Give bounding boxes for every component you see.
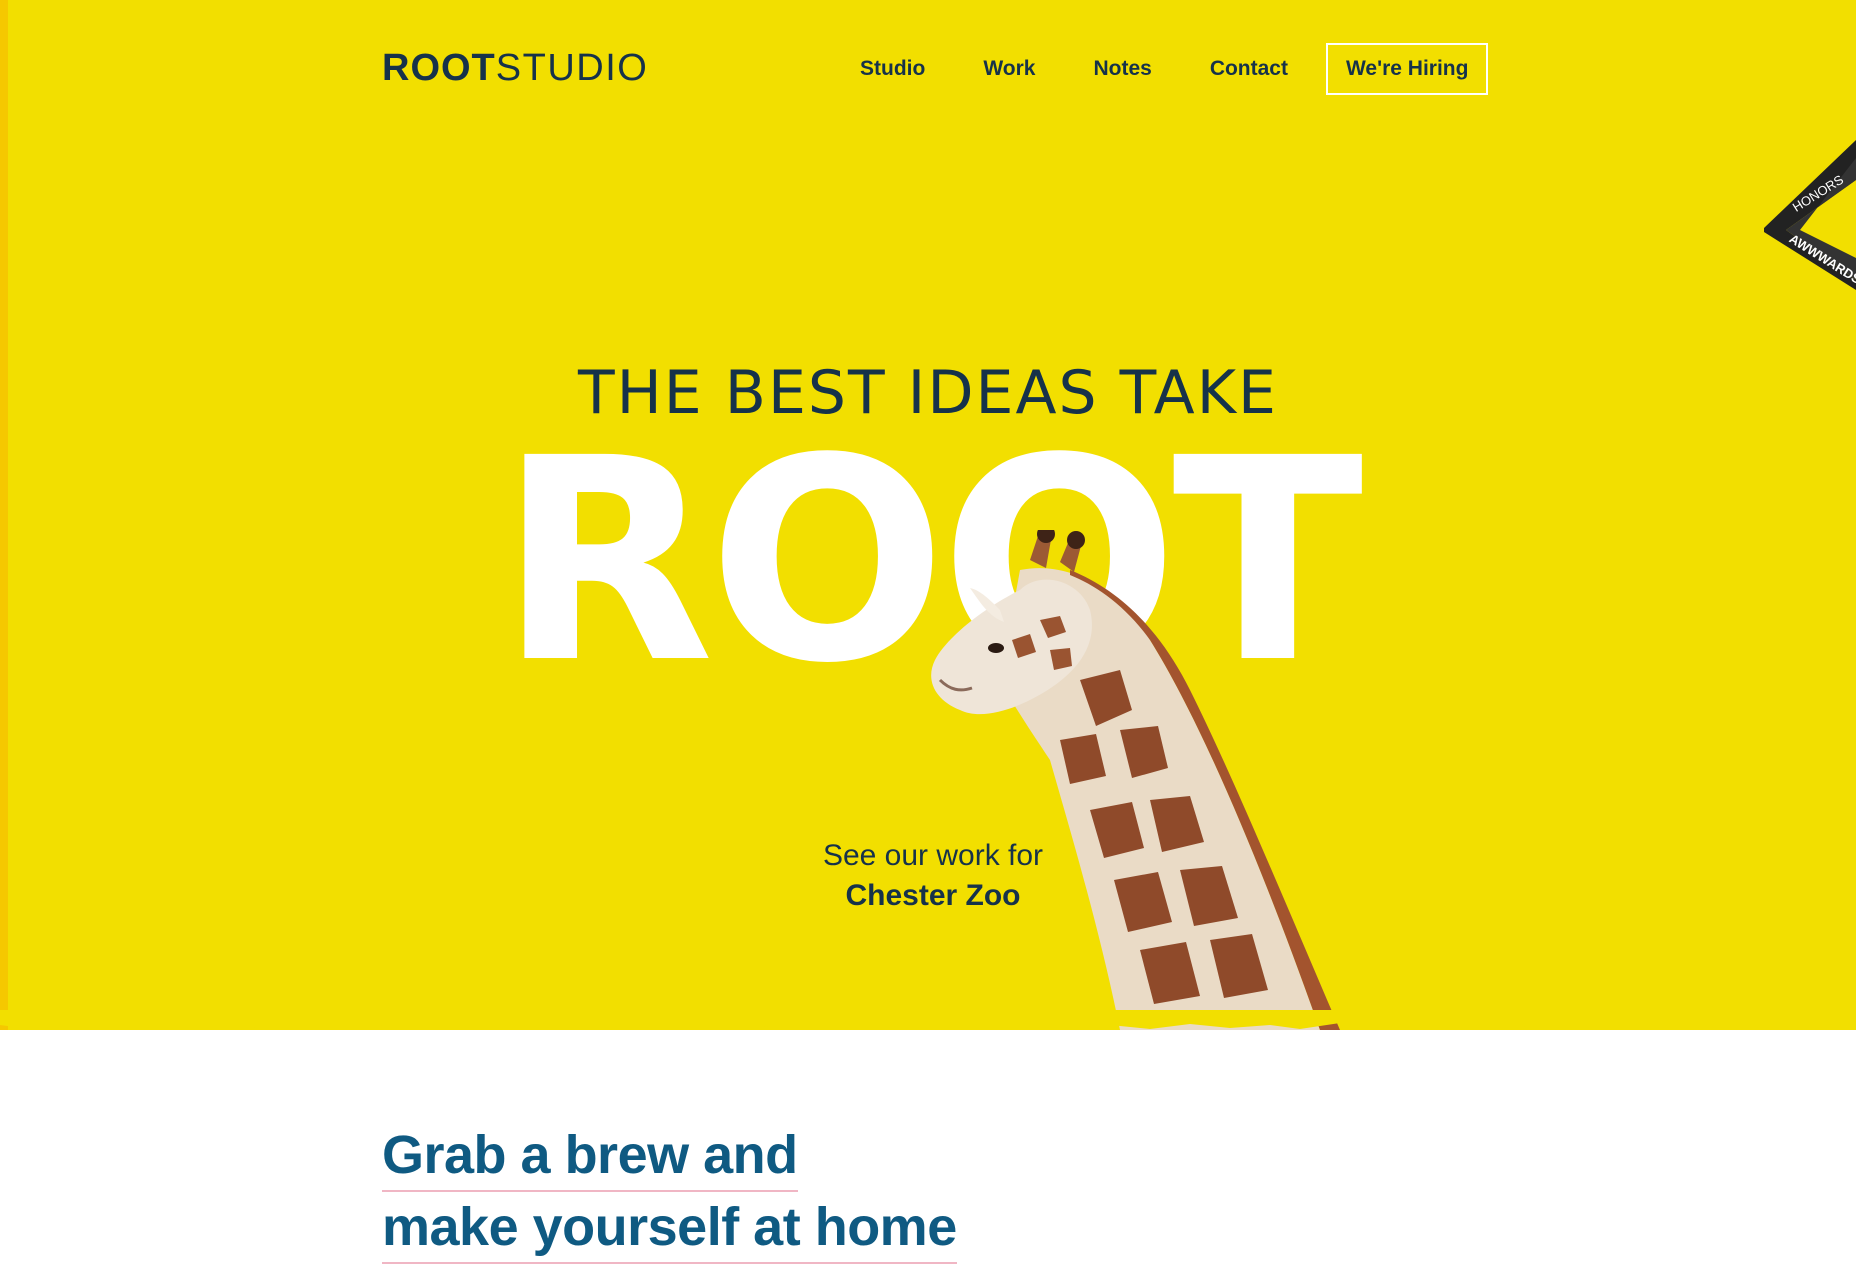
- main-nav: Studio Work Notes Contact We're Hiring: [860, 42, 1489, 96]
- nav-item-studio[interactable]: Studio: [860, 57, 925, 81]
- case-intro-text: See our work for: [822, 839, 1044, 872]
- hiring-button[interactable]: We're Hiring: [1325, 43, 1489, 95]
- welcome-line-2: make yourself at home: [382, 1192, 957, 1264]
- welcome-line-1: Grab a brew and: [382, 1120, 798, 1192]
- torn-paper-edge: [0, 1010, 1856, 1030]
- nav-item-contact[interactable]: Contact: [1210, 57, 1288, 81]
- logo-bold-text: ROOT: [382, 47, 496, 89]
- nav-item-work[interactable]: Work: [983, 57, 1035, 81]
- giraffe-image: [931, 530, 1340, 1030]
- nav-item-notes[interactable]: Notes: [1093, 57, 1151, 81]
- root-studio-logo[interactable]: ROOTSTUDIO: [382, 46, 648, 90]
- awwwards-ribbon-icon[interactable]: HONORS AWWWARDS: [1764, 140, 1856, 290]
- case-client-link[interactable]: Chester Zoo: [845, 876, 1020, 916]
- case-study-link[interactable]: See our work for Chester Zoo: [0, 836, 1856, 916]
- welcome-heading: Grab a brew and make yourself at home: [382, 1120, 957, 1264]
- hero-section: ROOTSTUDIO Studio Work Notes Contact We'…: [0, 0, 1856, 1030]
- logo-light-text: STUDIO: [495, 47, 649, 89]
